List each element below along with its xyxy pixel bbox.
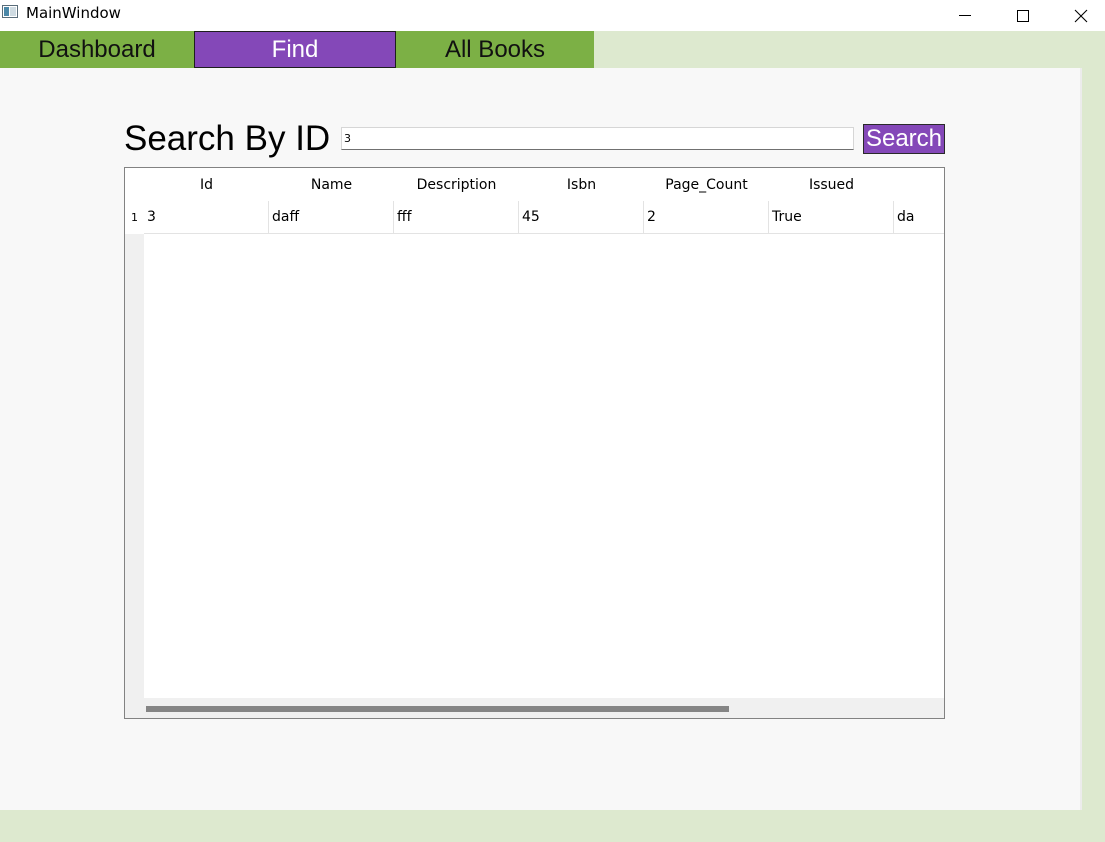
cell-author[interactable]: da [894, 201, 944, 233]
grid-corner [125, 168, 144, 201]
close-icon [1074, 9, 1088, 22]
horizontal-scrollbar[interactable] [125, 698, 944, 718]
title-bar: MainWindow [0, 0, 1105, 31]
maximize-button[interactable] [994, 0, 1052, 31]
close-button[interactable] [1052, 0, 1105, 31]
cell-name[interactable]: daff [269, 201, 394, 233]
maximize-icon [1017, 9, 1029, 22]
column-header-name[interactable]: Name [269, 168, 394, 201]
tab-all-books[interactable]: All Books [396, 31, 594, 68]
tab-find[interactable]: Find [194, 31, 396, 68]
cell-page-count[interactable]: 2 [644, 201, 769, 233]
column-header-page-count[interactable]: Page_Count [644, 168, 769, 201]
column-header-author[interactable]: A [894, 168, 944, 201]
cell-issued[interactable]: True [769, 201, 894, 233]
column-header-id[interactable]: Id [144, 168, 269, 201]
column-header-row: Id Name Description Isbn Page_Count Issu… [144, 168, 944, 201]
window-title: MainWindow [26, 4, 121, 22]
table-row[interactable]: 3 daff fff 45 2 True da [144, 201, 944, 234]
cell-id[interactable]: 3 [144, 201, 269, 233]
scrollbar-thumb[interactable] [146, 706, 729, 712]
books-data-grid[interactable]: 1 Id Name Description Isbn Page_Count Is… [124, 167, 945, 719]
row-header-1[interactable]: 1 [125, 201, 144, 234]
tab-dashboard[interactable]: Dashboard [0, 31, 194, 68]
find-page: Search By ID Search 1 Id Name Descriptio… [0, 68, 1082, 810]
column-header-description[interactable]: Description [394, 168, 519, 201]
search-id-input[interactable] [341, 127, 854, 150]
search-by-id-label: Search By ID [124, 119, 331, 158]
app-window-icon [2, 5, 18, 18]
minimize-icon [959, 15, 971, 16]
row-header-column [125, 168, 144, 698]
column-header-isbn[interactable]: Isbn [519, 168, 644, 201]
column-header-issued[interactable]: Issued [769, 168, 894, 201]
search-button[interactable]: Search [863, 124, 945, 154]
cell-description[interactable]: fff [394, 201, 519, 233]
cell-isbn[interactable]: 45 [519, 201, 644, 233]
minimize-button[interactable] [936, 0, 994, 31]
